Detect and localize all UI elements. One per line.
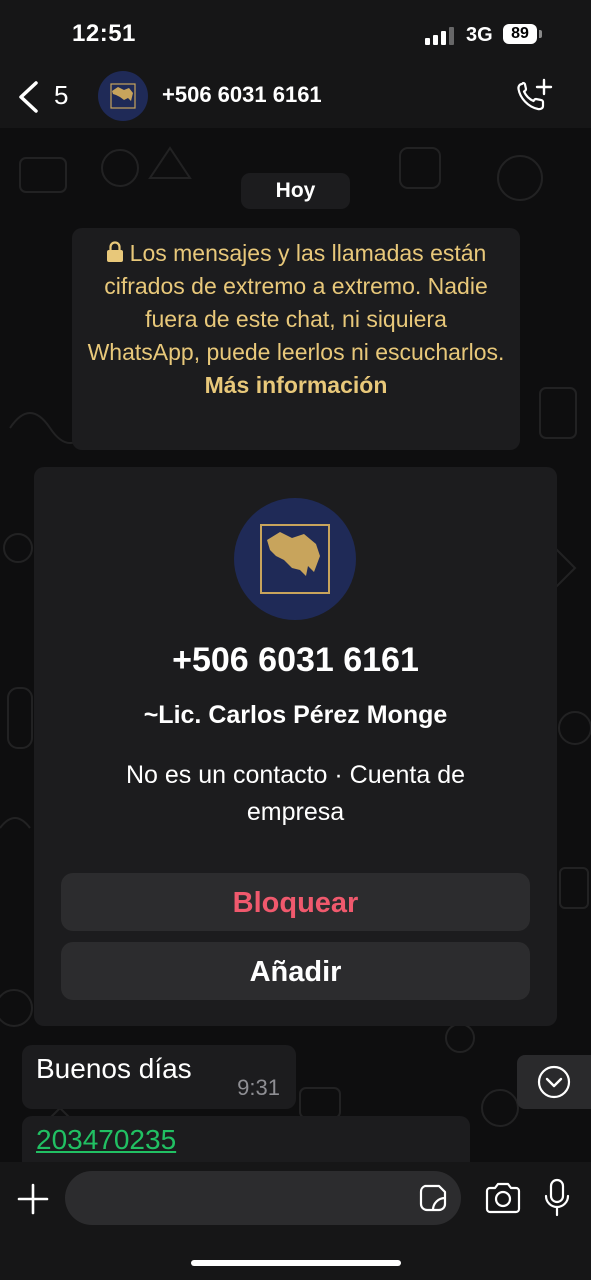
date-separator: Hoy	[241, 173, 350, 209]
encryption-text: Los mensajes y las llamadas están cifrad…	[87, 240, 505, 365]
chat-header: 5 +506 6031 6161	[0, 64, 591, 128]
message-time: 9:31	[237, 1075, 280, 1100]
add-call-icon	[517, 78, 553, 111]
contact-card: +506 6031 6161 ~Lic. Carlos Pérez Monge …	[34, 467, 557, 1026]
chat-area[interactable]: Hoy Los mensajes y las llamadas están ci…	[0, 128, 591, 1162]
home-indicator	[191, 1260, 401, 1266]
sticker-icon[interactable]	[419, 1184, 447, 1212]
camera-icon[interactable]	[484, 1182, 522, 1214]
block-button[interactable]: Bloquear	[61, 873, 530, 931]
add-call-button[interactable]	[514, 78, 554, 114]
contact-meta: No es un contacto · Cuenta de empresa	[125, 761, 466, 826]
message-bubble[interactable]: 203470235	[22, 1116, 470, 1162]
phone-number-link[interactable]: 203470235	[36, 1124, 176, 1156]
message-input[interactable]	[65, 1171, 461, 1225]
encryption-notice[interactable]: Los mensajes y las llamadas están cifrad…	[72, 228, 520, 450]
network-type: 3G	[466, 24, 493, 46]
costa-rica-logo-icon	[110, 83, 136, 109]
more-info-link[interactable]: Más información	[205, 372, 388, 398]
status-bar: 12:51 3G 89	[0, 0, 591, 64]
signal-icon	[425, 27, 457, 45]
microphone-icon[interactable]	[543, 1178, 571, 1218]
status-time: 12:51	[72, 20, 136, 47]
back-button[interactable]: 5	[16, 78, 76, 114]
plus-icon[interactable]	[16, 1182, 50, 1216]
message-bubble[interactable]: Buenos días 9:31	[22, 1045, 296, 1109]
scroll-down-button[interactable]	[517, 1055, 591, 1109]
battery-tip	[539, 30, 542, 38]
contact-title[interactable]: +506 6031 6161	[162, 82, 322, 108]
contact-name: ~Lic. Carlos Pérez Monge	[143, 701, 448, 729]
battery-icon: 89	[503, 24, 537, 44]
chevron-down-icon	[537, 1065, 571, 1099]
unread-count: 5	[54, 80, 69, 110]
add-contact-button[interactable]: Añadir	[61, 942, 530, 1000]
back-chevron-icon	[19, 81, 38, 113]
message-text: Buenos días	[36, 1053, 192, 1084]
contact-avatar[interactable]	[234, 498, 356, 620]
avatar[interactable]	[98, 71, 148, 121]
composer-bar	[0, 1162, 591, 1280]
lock-icon	[106, 241, 123, 262]
contact-phone: +506 6031 6161	[172, 641, 419, 679]
costa-rica-logo-icon	[260, 524, 330, 594]
